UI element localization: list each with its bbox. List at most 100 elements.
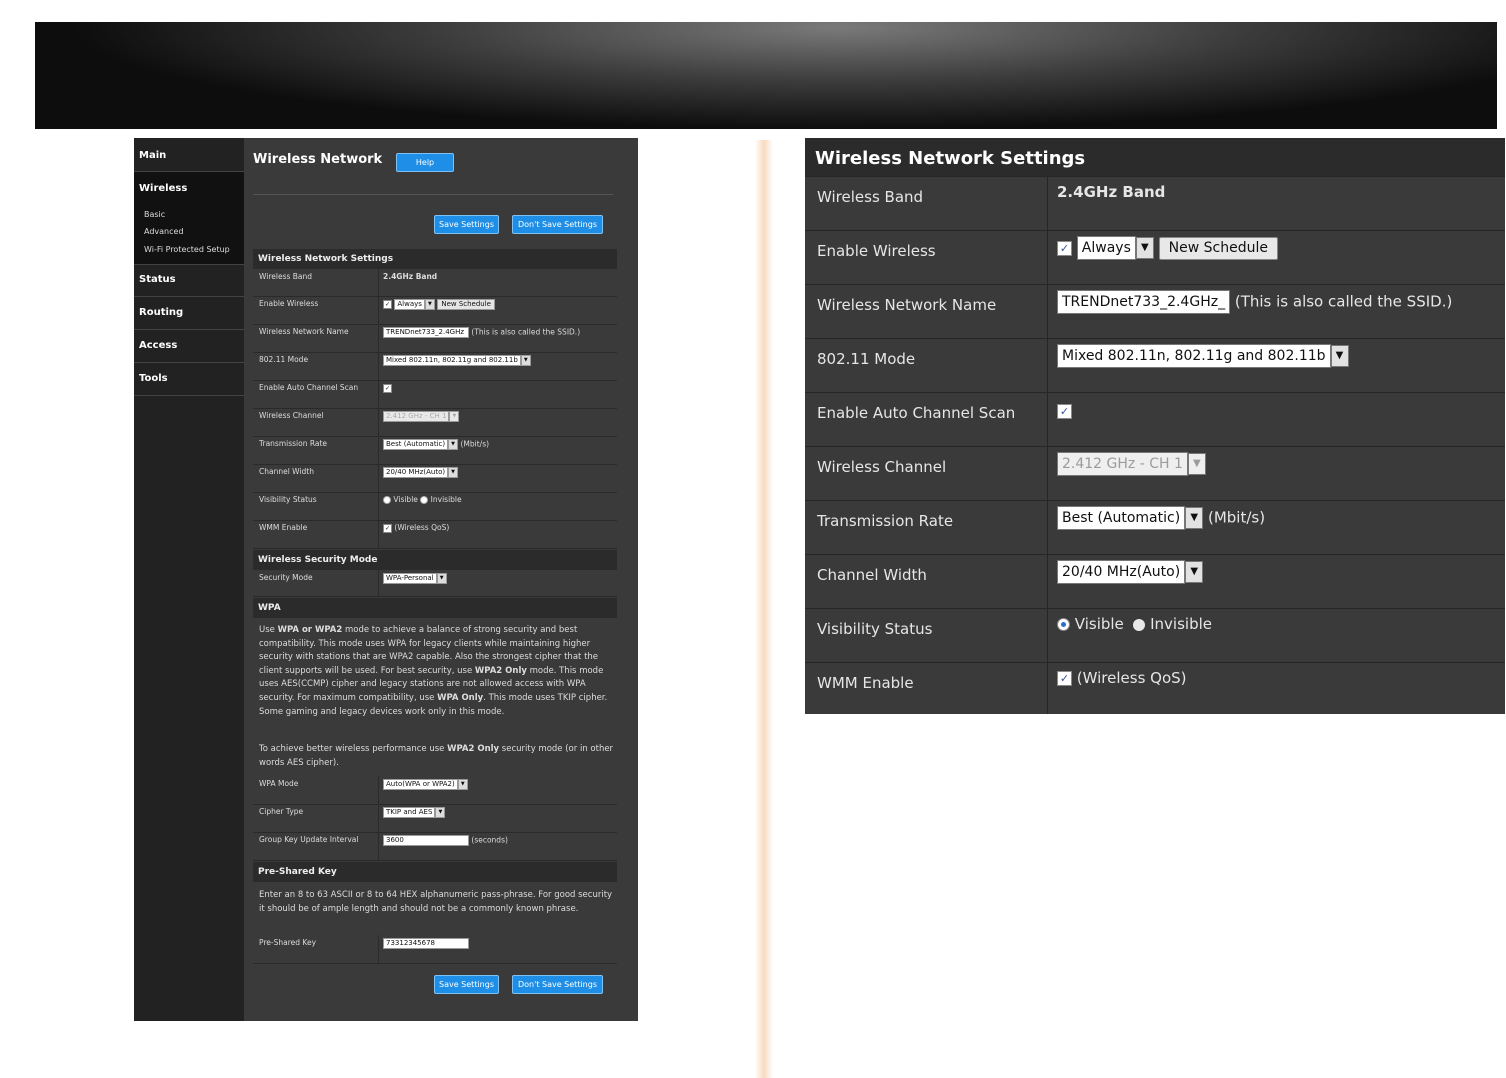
zoomed-wireless-settings: Wireless Network Settings Wireless Band … xyxy=(805,138,1505,714)
sidebar-item-wireless[interactable]: Wireless xyxy=(134,183,187,194)
row-cipher-type: Cipher Type TKIP and AES ▼ xyxy=(253,804,617,833)
sidebar-divider xyxy=(134,362,244,363)
zoom-label-wireless-band: Wireless Band xyxy=(817,188,924,206)
sidebar-subitem-basic[interactable]: Basic xyxy=(144,210,165,219)
dropdown-arrow-icon[interactable]: ▼ xyxy=(520,355,531,366)
channel-select[interactable]: 2.412 GHz - CH 1 xyxy=(383,411,450,422)
zoom-label-visibility-status: Visibility Status xyxy=(817,620,933,638)
schedule-select[interactable]: Always xyxy=(394,299,425,310)
zoom-schedule-select[interactable]: Always xyxy=(1076,236,1136,260)
checkbox-checked-icon[interactable]: ✓ xyxy=(383,383,392,393)
label-pre-shared-key: Pre-Shared Key xyxy=(259,938,317,947)
dropdown-arrow-icon[interactable]: ▼ xyxy=(424,299,435,310)
ssid-input[interactable]: TRENDnet733_2.4GHz xyxy=(383,327,469,338)
label-channel-width: Channel Width xyxy=(259,467,314,476)
zoom-label-auto-channel-scan: Enable Auto Channel Scan xyxy=(817,404,1016,422)
radio-visible-icon[interactable] xyxy=(383,496,391,504)
wpa-text: To achieve better wireless performance u… xyxy=(259,744,448,754)
pre-shared-key-input[interactable]: 73312345678 xyxy=(383,938,469,949)
checkbox-checked-icon[interactable]: ✓ xyxy=(1057,404,1072,419)
wpa-text-bold: WPA Only xyxy=(437,692,484,703)
psk-description: Enter an 8 to 63 ASCII or 8 to 64 HEX al… xyxy=(259,890,613,914)
wpa-mode-select[interactable]: Auto(WPA or WPA2) xyxy=(383,779,458,790)
rate-unit: (Mbit/s) xyxy=(460,439,490,449)
sidebar-divider xyxy=(134,329,244,330)
dropdown-arrow-icon[interactable]: ▼ xyxy=(448,439,459,450)
zoom-label-channel-width: Channel Width xyxy=(817,566,927,584)
sidebar-divider xyxy=(134,264,244,265)
radio-invisible-icon[interactable] xyxy=(1133,618,1146,631)
checkbox-checked-icon[interactable]: ✓ xyxy=(1057,671,1072,686)
zoom-ssid-input[interactable]: TRENDnet733_2.4GHz_ xyxy=(1057,290,1231,314)
label-visibility-status: Visibility Status xyxy=(259,495,317,504)
row-80211-mode: 802.11 Mode Mixed 802.11n, 802.11g and 8… xyxy=(253,352,617,381)
row-auto-channel-scan: Enable Auto Channel Scan ✓ xyxy=(253,380,617,409)
sidebar-subitem-wps[interactable]: Wi-Fi Protected Setup xyxy=(144,245,230,254)
sidebar-item-access[interactable]: Access xyxy=(134,340,177,351)
sidebar-subitem-advanced[interactable]: Advanced xyxy=(144,227,184,236)
row-wmm-enable: WMM Enable ✓ (Wireless QoS) xyxy=(253,520,617,549)
sidebar-item-routing[interactable]: Routing xyxy=(134,307,183,318)
section-wireless-security-mode: Wireless Security Mode xyxy=(253,550,617,570)
dont-save-settings-button[interactable]: Don't Save Settings xyxy=(512,975,603,994)
cipher-select[interactable]: TKIP and AES xyxy=(383,807,436,818)
dropdown-arrow-icon[interactable]: ▼ xyxy=(1185,561,1204,583)
row-enable-wireless: Enable Wireless ✓ Always ▼ New Schedule xyxy=(253,296,617,325)
zoom-row-channel-width: Channel Width 20/40 MHz(Auto) ▼ xyxy=(805,554,1505,608)
dropdown-arrow-icon[interactable]: ▼ xyxy=(457,779,468,790)
sidebar: Main Wireless Basic Advanced Wi-Fi Prote… xyxy=(134,138,244,1021)
dont-save-settings-button[interactable]: Don't Save Settings xyxy=(512,215,603,234)
sidebar-item-tools[interactable]: Tools xyxy=(134,373,168,384)
checkbox-checked-icon[interactable]: ✓ xyxy=(1057,240,1072,256)
zoom-channel-select[interactable]: 2.412 GHz - CH 1 xyxy=(1057,452,1188,476)
zoom-new-schedule-button[interactable]: New Schedule xyxy=(1158,236,1278,260)
label-wmm-enable: WMM Enable xyxy=(259,523,308,532)
title-divider xyxy=(253,194,613,195)
zoom-rate-select[interactable]: Best (Automatic) xyxy=(1057,506,1186,530)
zoom-width-select[interactable]: 20/40 MHz(Auto) xyxy=(1057,560,1186,584)
width-select[interactable]: 20/40 MHz(Auto) xyxy=(383,467,449,478)
dropdown-arrow-icon[interactable]: ▼ xyxy=(449,411,460,422)
zoomed-section-title: Wireless Network Settings xyxy=(815,148,1086,169)
zoom-invisible-label: Invisible xyxy=(1150,615,1212,633)
zoom-mode-select[interactable]: Mixed 802.11n, 802.11g and 802.11b xyxy=(1057,344,1331,368)
label-auto-channel-scan: Enable Auto Channel Scan xyxy=(259,383,359,392)
row-transmission-rate: Transmission Rate Best (Automatic) ▼ (Mbi… xyxy=(253,436,617,465)
radio-visible-icon[interactable] xyxy=(1057,618,1070,631)
zoom-label-wireless-channel: Wireless Channel xyxy=(817,458,947,476)
wpa-performance-note: To achieve better wireless performance u… xyxy=(259,743,619,770)
label-group-key-interval: Group Key Update Interval xyxy=(259,835,359,844)
row-wireless-channel: Wireless Channel 2.412 GHz - CH 1 ▼ xyxy=(253,408,617,437)
help-button[interactable]: Help xyxy=(396,153,454,172)
dropdown-arrow-icon[interactable]: ▼ xyxy=(448,467,459,478)
main-content: Wireless Network Help Save Settings Don'… xyxy=(244,138,638,1021)
router-page-screenshot: Main Wireless Basic Advanced Wi-Fi Prote… xyxy=(134,138,638,1021)
dropdown-arrow-icon[interactable]: ▼ xyxy=(436,573,447,584)
new-schedule-button[interactable]: New Schedule xyxy=(437,299,495,310)
zoom-rate-unit: (Mbit/s) xyxy=(1207,508,1266,527)
checkbox-checked-icon[interactable]: ✓ xyxy=(383,523,392,533)
label-security-mode: Security Mode xyxy=(259,573,313,582)
dropdown-arrow-icon[interactable]: ▼ xyxy=(1135,237,1154,259)
wpa-text-bold: WPA2 Only xyxy=(474,665,527,676)
label-transmission-rate: Transmission Rate xyxy=(259,439,328,448)
dropdown-arrow-icon[interactable]: ▼ xyxy=(1330,345,1349,367)
radio-invisible-icon[interactable] xyxy=(420,496,429,504)
mode-select[interactable]: Mixed 802.11n, 802.11g and 802.11b xyxy=(383,355,521,366)
zoom-row-wireless-channel: Wireless Channel 2.412 GHz - CH 1 ▼ xyxy=(805,446,1505,500)
sidebar-divider xyxy=(134,296,244,297)
group-key-interval-input[interactable]: 3600 xyxy=(383,835,469,846)
security-mode-select[interactable]: WPA-Personal xyxy=(383,573,437,584)
zoom-label-wmm-enable: WMM Enable xyxy=(817,674,914,692)
sidebar-item-status[interactable]: Status xyxy=(134,274,176,285)
invisible-label: Invisible xyxy=(430,495,462,504)
checkbox-checked-icon[interactable]: ✓ xyxy=(383,300,392,309)
save-settings-button[interactable]: Save Settings xyxy=(434,975,499,994)
dropdown-arrow-icon[interactable]: ▼ xyxy=(435,807,446,818)
dropdown-arrow-icon[interactable]: ▼ xyxy=(1187,453,1206,475)
rate-select[interactable]: Best (Automatic) xyxy=(383,439,449,450)
row-channel-width: Channel Width 20/40 MHz(Auto) ▼ xyxy=(253,464,617,493)
sidebar-item-main[interactable]: Main xyxy=(134,150,166,161)
save-settings-button[interactable]: Save Settings xyxy=(434,215,499,234)
dropdown-arrow-icon[interactable]: ▼ xyxy=(1185,507,1204,529)
